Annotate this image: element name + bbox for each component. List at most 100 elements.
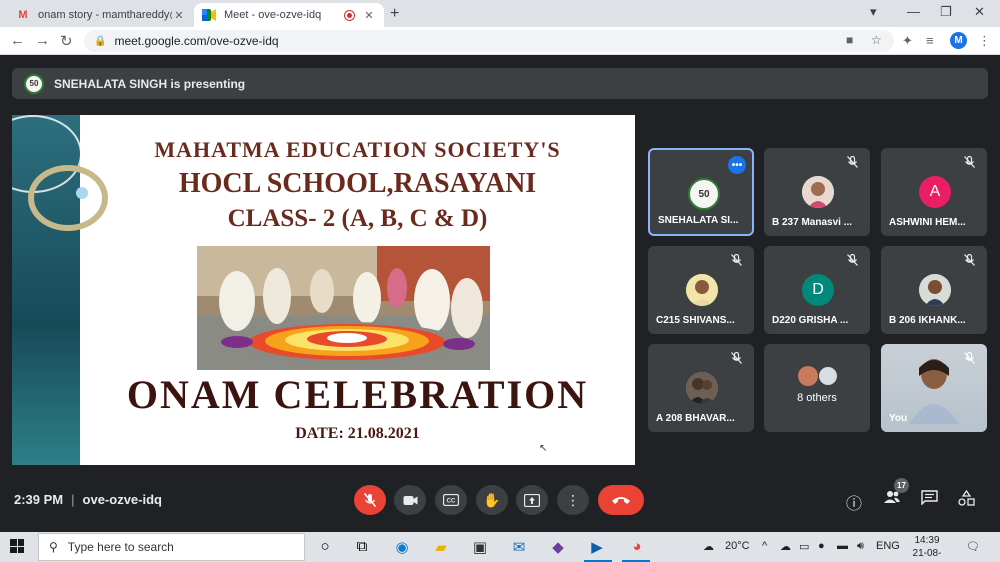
meet-present-icon[interactable]: ▭ bbox=[799, 540, 809, 553]
extensions-icon[interactable]: ✦ bbox=[902, 33, 913, 49]
close-window-icon[interactable]: ✕ bbox=[974, 4, 985, 20]
participant-count-badge: 17 bbox=[894, 478, 909, 493]
participant-name: D220 GRISHA ... bbox=[772, 315, 849, 326]
clock-date: 21-08-2021 bbox=[912, 548, 942, 562]
participant-photo bbox=[919, 274, 951, 306]
raise-hand-button[interactable]: ✋ bbox=[476, 485, 508, 515]
store-icon[interactable]: ▣ bbox=[470, 538, 490, 556]
participant-photo bbox=[802, 176, 834, 208]
url-field[interactable]: 🔒 meet.google.com/ove-ozve-idq ■ ☆ bbox=[84, 30, 894, 52]
others-tile[interactable]: 8 others bbox=[764, 344, 870, 432]
mail-icon[interactable]: ✉ bbox=[509, 538, 529, 556]
chat-icon[interactable] bbox=[921, 490, 938, 510]
participant-initial: D bbox=[802, 274, 834, 306]
self-video-tile[interactable]: You bbox=[881, 344, 987, 432]
more-options-button[interactable]: ⋮ bbox=[557, 485, 589, 515]
volume-icon[interactable]: 🔊︎ bbox=[857, 540, 864, 553]
participant-tile[interactable]: C215 SHIVANS... bbox=[648, 246, 754, 334]
participant-tile[interactable]: 50 ••• SNEHALATA SI... bbox=[648, 148, 754, 236]
windows-start-icon[interactable] bbox=[10, 539, 24, 553]
tab-title: Meet - ove-ozve-idq bbox=[224, 9, 322, 21]
participant-name: B 206 IKHANK... bbox=[889, 315, 966, 326]
onenote-icon[interactable]: ◆ bbox=[548, 538, 568, 556]
edge-icon[interactable]: ◉ bbox=[392, 538, 412, 556]
weather-icon[interactable]: ☁ bbox=[703, 540, 714, 553]
more-options-icon[interactable]: ••• bbox=[728, 156, 746, 174]
recording-icon bbox=[345, 10, 354, 20]
back-icon[interactable]: ← bbox=[10, 32, 25, 49]
camera-icon[interactable]: ■ bbox=[846, 33, 853, 47]
mouse-cursor-icon: ↖ bbox=[539, 443, 548, 454]
meeting-details-icon[interactable]: ⓘ bbox=[846, 490, 862, 514]
cortana-icon[interactable]: ○ bbox=[315, 538, 335, 555]
address-bar: ← → ↻ 🔒 meet.google.com/ove-ozve-idq ■ ☆… bbox=[0, 27, 1000, 55]
mic-toggle-button[interactable] bbox=[354, 485, 386, 515]
video-camera-icon bbox=[403, 495, 417, 505]
meeting-code[interactable]: ove-ozve-idq bbox=[83, 492, 162, 507]
participant-tile[interactable]: B 237 Manasvi ... bbox=[764, 148, 870, 236]
profile-avatar[interactable]: M bbox=[950, 32, 967, 49]
present-now-button[interactable] bbox=[516, 485, 548, 515]
recording-tray-icon[interactable]: ● bbox=[818, 540, 825, 552]
participant-tile[interactable]: D D220 GRISHA ... bbox=[764, 246, 870, 334]
more-vert-icon: ⋮ bbox=[566, 491, 580, 508]
captions-button[interactable]: CC bbox=[435, 485, 467, 515]
participant-name: You bbox=[889, 413, 908, 424]
participant-tile[interactable]: A 208 BHAVAR... bbox=[648, 344, 754, 432]
reload-icon[interactable]: ↻ bbox=[60, 32, 73, 50]
mic-off-icon bbox=[364, 493, 376, 507]
participant-name: C215 SHIVANS... bbox=[656, 315, 735, 326]
slide-line-society: MAHATMA EDUCATION SOCIETY'S bbox=[154, 137, 561, 162]
presenting-banner: 50 SNEHALATA SINGH is presenting bbox=[12, 68, 988, 99]
slide-line-school: HOCL SCHOOL,RASAYANI bbox=[178, 168, 537, 199]
tab-meet[interactable]: Meet - ove-ozve-idq ✕ bbox=[194, 3, 384, 27]
slide-line-class: CLASS- 2 (A, B, C & D) bbox=[227, 205, 488, 232]
presentation-slide: MAHATMA EDUCATION SOCIETY'S HOCL SCHOOL,… bbox=[12, 115, 635, 465]
mic-muted-icon bbox=[847, 253, 858, 269]
activities-icon[interactable] bbox=[958, 489, 975, 511]
minimize-icon[interactable]: — bbox=[907, 4, 920, 19]
forward-icon[interactable]: → bbox=[35, 32, 50, 49]
participant-tile[interactable]: B 206 IKHANK... bbox=[881, 246, 987, 334]
language-indicator[interactable]: ENG bbox=[876, 540, 900, 552]
close-icon[interactable]: ✕ bbox=[172, 9, 186, 22]
mic-muted-icon bbox=[731, 253, 742, 269]
others-count: 8 others bbox=[797, 392, 837, 404]
onam-photo bbox=[197, 246, 490, 370]
participant-name: A 208 BHAVAR... bbox=[656, 413, 735, 424]
tab-title: onam story - mamthareddy@me bbox=[38, 9, 172, 21]
participant-tile[interactable]: A ASHWINI HEM... bbox=[881, 148, 987, 236]
taskbar-search-input[interactable]: ⚲ Type here to search bbox=[38, 533, 305, 561]
gmail-icon: M bbox=[18, 9, 28, 21]
task-view-icon[interactable]: ⧉ bbox=[352, 538, 372, 555]
participant-photo bbox=[686, 274, 718, 306]
restore-icon[interactable]: ❐ bbox=[940, 4, 952, 20]
clock-time: 14:39 bbox=[914, 535, 940, 546]
file-explorer-icon[interactable]: ▰ bbox=[431, 538, 451, 556]
presenting-text: SNEHALATA SINGH is presenting bbox=[54, 76, 246, 91]
tab-search-icon[interactable]: ▾ bbox=[870, 4, 877, 20]
meeting-time: 2:39 PM bbox=[14, 492, 64, 507]
leave-call-button[interactable] bbox=[598, 485, 644, 515]
tray-overflow-icon[interactable]: ^ bbox=[762, 540, 767, 552]
bookmark-star-icon[interactable]: ☆ bbox=[871, 33, 882, 47]
camera-toggle-button[interactable] bbox=[394, 485, 426, 515]
people-icon[interactable] bbox=[883, 490, 901, 509]
mic-muted-icon bbox=[847, 155, 858, 171]
meet-icon bbox=[202, 8, 216, 22]
reading-list-icon[interactable]: ≡ bbox=[926, 33, 934, 48]
onedrive-icon[interactable]: ☁ bbox=[780, 540, 791, 553]
search-icon: ⚲ bbox=[49, 540, 58, 554]
new-tab-icon[interactable]: + bbox=[390, 5, 399, 23]
close-icon[interactable]: ✕ bbox=[362, 9, 376, 22]
school-logo-icon: 50 bbox=[24, 73, 44, 94]
tab-gmail[interactable]: M onam story - mamthareddy@me ✕ bbox=[8, 3, 194, 27]
participant-name: ASHWINI HEM... bbox=[889, 217, 966, 228]
taskbar-clock[interactable]: 14:39 21-08-2021 bbox=[902, 534, 952, 562]
media-player-icon[interactable]: ▶ bbox=[587, 538, 607, 556]
notifications-icon[interactable]: 🗨︎ bbox=[966, 540, 980, 553]
menu-icon[interactable]: ⋮ bbox=[978, 33, 991, 49]
chrome-icon[interactable]: ◕ bbox=[627, 538, 647, 555]
battery-icon[interactable]: ▬ bbox=[837, 540, 848, 552]
weather-temp[interactable]: 20°C bbox=[725, 540, 750, 552]
